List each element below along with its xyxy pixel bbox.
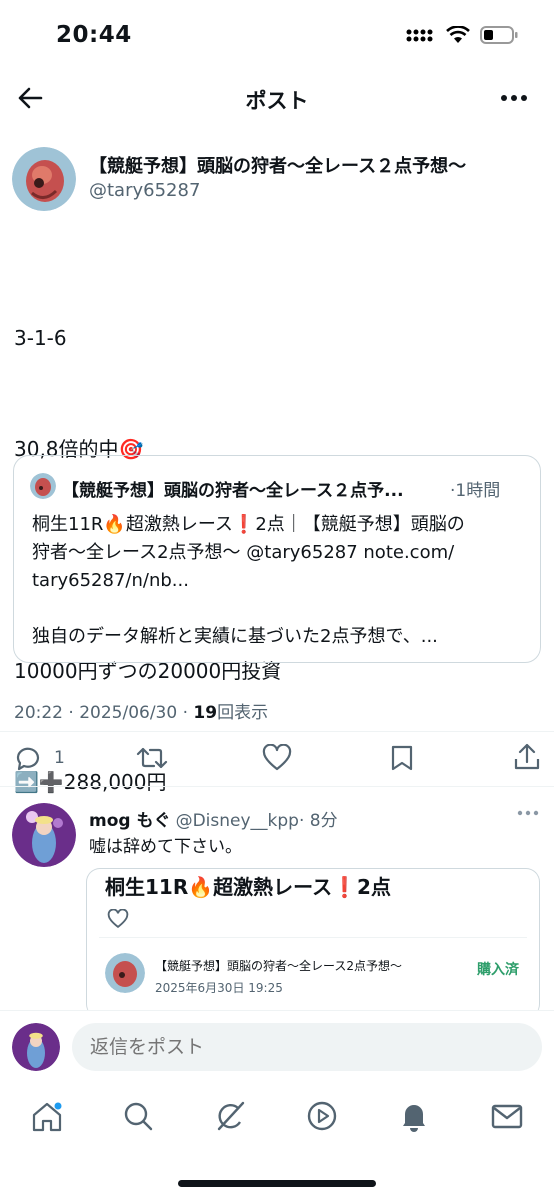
- repost-icon: [136, 747, 168, 769]
- divider: [0, 786, 554, 787]
- more-icon: [517, 810, 539, 816]
- more-button[interactable]: [500, 88, 528, 108]
- reply-compose-bar: [0, 1010, 554, 1090]
- reply-more-button[interactable]: [517, 808, 539, 818]
- reply-icon: [16, 747, 40, 771]
- card-title: 桐生11R🔥超激熱レース❗️2点: [105, 875, 391, 899]
- wifi-icon: [446, 26, 470, 43]
- tab-messages[interactable]: [490, 1100, 524, 1132]
- video-icon: [307, 1101, 337, 1131]
- post-text-line: 3-1-6: [14, 326, 67, 350]
- divider: [0, 731, 554, 732]
- quote-text-line: tary65287/n/nb...: [32, 570, 189, 591]
- compose-avatar: [12, 1023, 60, 1071]
- reply-text: 嘘は辞めて下さい。: [89, 837, 242, 857]
- reply-header: mog もぐ @Disney__kpp· 8分: [89, 806, 338, 831]
- page-title: ポスト: [245, 89, 309, 113]
- reply-author-name[interactable]: mog もぐ: [89, 811, 170, 831]
- quote-author-name: 【競艇予想】頭脳の狩者〜全レース２点予...: [62, 481, 404, 501]
- share-button[interactable]: [513, 742, 541, 772]
- purchased-badge: 購入済: [477, 962, 519, 978]
- reply-time: · 8分: [298, 811, 338, 831]
- search-icon: [124, 1102, 153, 1131]
- bookmark-button[interactable]: [390, 744, 414, 772]
- reply-input[interactable]: [72, 1023, 542, 1071]
- quoted-post[interactable]: 【競艇予想】頭脳の狩者〜全レース２点予... ·1時間 桐生11R🔥超激熱レース…: [13, 455, 541, 663]
- views-count: 19: [193, 703, 218, 723]
- reply-avatar[interactable]: [12, 803, 76, 867]
- quote-text-line: 狩者〜全レース2点予想〜 @tary65287 note.com/: [32, 542, 455, 563]
- card-author-avatar: [105, 953, 145, 993]
- quote-text: 桐生11R🔥超激熱レース❗️2点｜【競艇予想】頭脳の 狩者〜全レース2点予想〜 …: [32, 511, 465, 651]
- like-button[interactable]: [262, 744, 292, 772]
- reply-author-handle[interactable]: @Disney__kpp: [176, 811, 299, 831]
- author-name[interactable]: 【競艇予想】頭脳の狩者〜全レース２点予想〜: [89, 152, 466, 178]
- views-label: 回表示: [217, 703, 269, 723]
- quote-time-value: 1時間: [455, 481, 501, 501]
- card-author: 【競艇予想】頭脳の狩者〜全レース2点予想〜: [155, 959, 403, 973]
- like-icon: [107, 909, 129, 929]
- tab-search[interactable]: [122, 1100, 154, 1132]
- repost-button[interactable]: [136, 744, 168, 772]
- post-timestamp: 20:22 · 2025/06/30 ·: [14, 703, 194, 723]
- author-handle[interactable]: @tary65287: [89, 180, 200, 201]
- quote-avatar: [30, 473, 56, 499]
- status-icons: [406, 25, 518, 45]
- bottom-tab-bar: [0, 1090, 554, 1150]
- home-icon: [32, 1102, 62, 1132]
- battery-icon: [480, 26, 518, 44]
- more-icon: [501, 95, 527, 101]
- reply-link-card[interactable]: 桐生11R🔥超激熱レース❗️2点 【競艇予想】頭脳の狩者〜全レース2点予想〜 2…: [86, 868, 540, 1018]
- share-icon: [514, 743, 540, 770]
- card-like-button[interactable]: [107, 909, 129, 929]
- mail-icon: [491, 1104, 523, 1129]
- post-meta: 20:22 · 2025/06/30 · 19回表示: [14, 698, 268, 723]
- card-date: 2025年6月30日 19:25: [155, 981, 283, 995]
- home-indicator: [178, 1180, 376, 1187]
- quote-time: ·1時間: [450, 481, 501, 501]
- bookmark-icon: [391, 745, 413, 771]
- tab-home[interactable]: [30, 1100, 64, 1134]
- grok-icon: [217, 1101, 245, 1131]
- action-bar: 1: [0, 738, 554, 778]
- reply-button[interactable]: 1: [14, 744, 65, 772]
- header: ポスト: [0, 78, 554, 118]
- author-avatar[interactable]: [12, 147, 76, 211]
- signal-icon: [406, 29, 433, 42]
- like-icon: [262, 744, 292, 771]
- quote-text-line: 桐生11R🔥超激熱レース❗️2点｜【競艇予想】頭脳の: [32, 514, 465, 535]
- status-time: 20:44: [56, 22, 132, 48]
- tab-grok[interactable]: [214, 1100, 246, 1132]
- card-divider: [99, 937, 527, 938]
- tab-notifications[interactable]: [398, 1100, 430, 1132]
- quote-text-line: 独自のデータ解析と実績に基づいた2点予想で、...: [32, 626, 438, 647]
- reply-count: 1: [54, 748, 65, 768]
- tab-video[interactable]: [306, 1100, 338, 1132]
- bell-icon: [403, 1105, 425, 1132]
